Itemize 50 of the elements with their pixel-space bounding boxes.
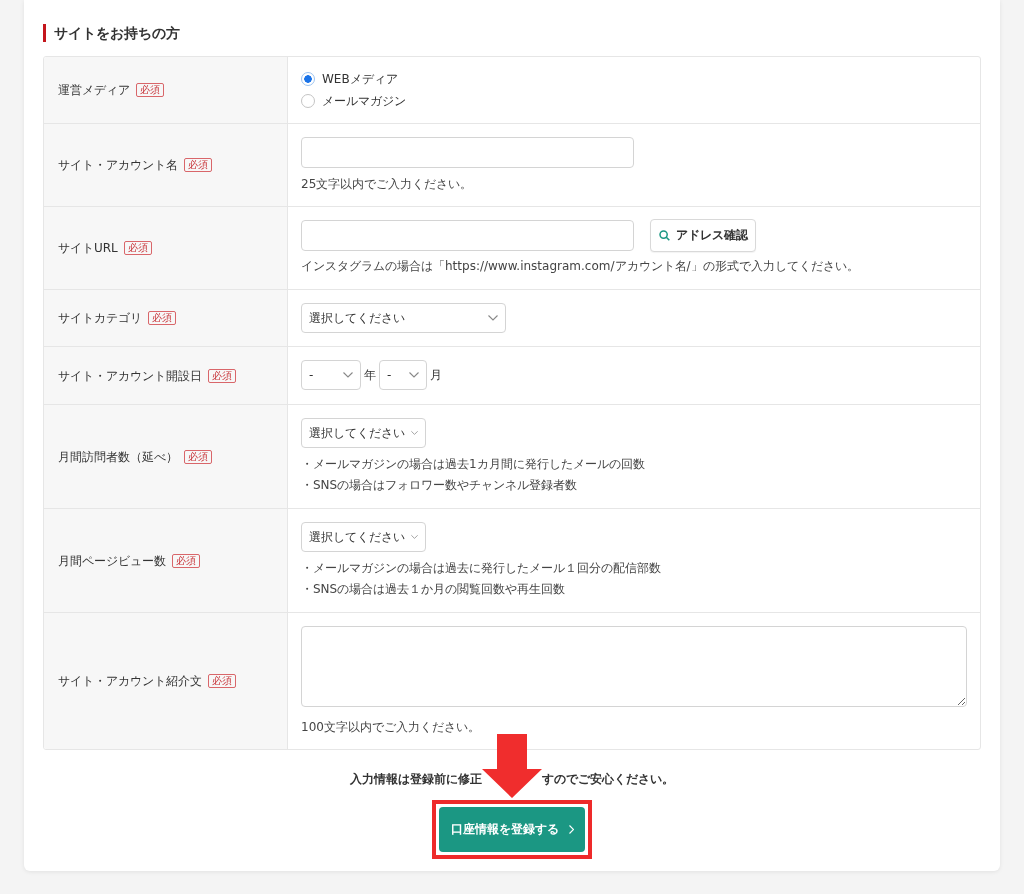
unit-label: 年	[364, 366, 376, 384]
required-badge: 必須	[184, 449, 212, 464]
required-badge: 必須	[208, 674, 236, 688]
select-field[interactable]: 選択してください	[301, 303, 506, 333]
radio-option[interactable]: WEBメディア	[301, 68, 406, 90]
field-label: 運営メディア	[58, 82, 130, 99]
address-check-button[interactable]: アドレス確認	[650, 219, 756, 252]
chevron-down-icon	[409, 372, 419, 378]
help-text: 25文字以内でご入力ください。	[301, 176, 473, 193]
search-icon	[659, 230, 670, 241]
chevron-right-icon	[568, 825, 574, 834]
field-label: 月間訪問者数（延べ）	[58, 448, 178, 466]
help-text: ・メールマガジンの場合は過去に発行したメール１回分の配信部数	[301, 560, 661, 577]
help-text: インスタグラムの場合は「https://www.instagram.com/アカウント名/」の形式で入力してください。	[301, 258, 859, 275]
required-badge: 必須	[136, 83, 164, 97]
required-badge: 必須	[208, 368, 236, 383]
required-badge: 必須	[123, 241, 152, 255]
help-text: ・SNSの場合はフォロワー数やチャンネル登録者数	[301, 477, 579, 494]
field-label: サイト・アカウント紹介文	[58, 673, 202, 690]
footer-note: すのでご安心ください。	[542, 771, 674, 788]
field-label: サイトURL	[58, 240, 118, 257]
select-field[interactable]: -	[301, 360, 361, 390]
select-field[interactable]: 選択してください	[301, 418, 426, 448]
section-heading: サイトをお持ちの方	[43, 24, 180, 42]
radio-option[interactable]: メールマガジン	[301, 90, 406, 112]
help-text: ・メールマガジンの場合は過去1カ月間に発行したメールの回数	[301, 456, 645, 473]
chevron-down-icon	[343, 372, 353, 378]
down-arrow-icon	[482, 734, 542, 798]
register-button[interactable]: 口座情報を登録する	[439, 807, 585, 852]
chevron-down-icon	[488, 315, 498, 321]
textarea-field[interactable]	[301, 626, 967, 707]
chevron-down-icon	[411, 534, 418, 540]
field-label: サイトカテゴリ	[58, 310, 142, 327]
help-text: ・SNSの場合は過去１か月の閲覧回数や再生回数	[301, 581, 567, 598]
select-field[interactable]: -	[379, 360, 427, 390]
required-badge: 必須	[148, 311, 176, 325]
footer-note: 入力情報は登録前に修正	[350, 771, 482, 788]
required-badge: 必須	[172, 553, 200, 568]
radio-button[interactable]	[301, 94, 315, 108]
field-label: サイト・アカウント開設日	[58, 367, 202, 385]
radio-button[interactable]	[301, 72, 315, 86]
required-badge: 必須	[184, 158, 212, 172]
field-label: サイト・アカウント名	[58, 157, 178, 174]
chevron-down-icon	[411, 430, 418, 436]
field-label: 月間ページビュー数	[58, 552, 166, 570]
text-input[interactable]	[301, 137, 634, 168]
select-field[interactable]: 選択してください	[301, 522, 426, 552]
url-input[interactable]	[301, 220, 634, 251]
unit-label: 月	[430, 366, 442, 384]
help-text: 100文字以内でご入力ください。	[301, 719, 480, 736]
